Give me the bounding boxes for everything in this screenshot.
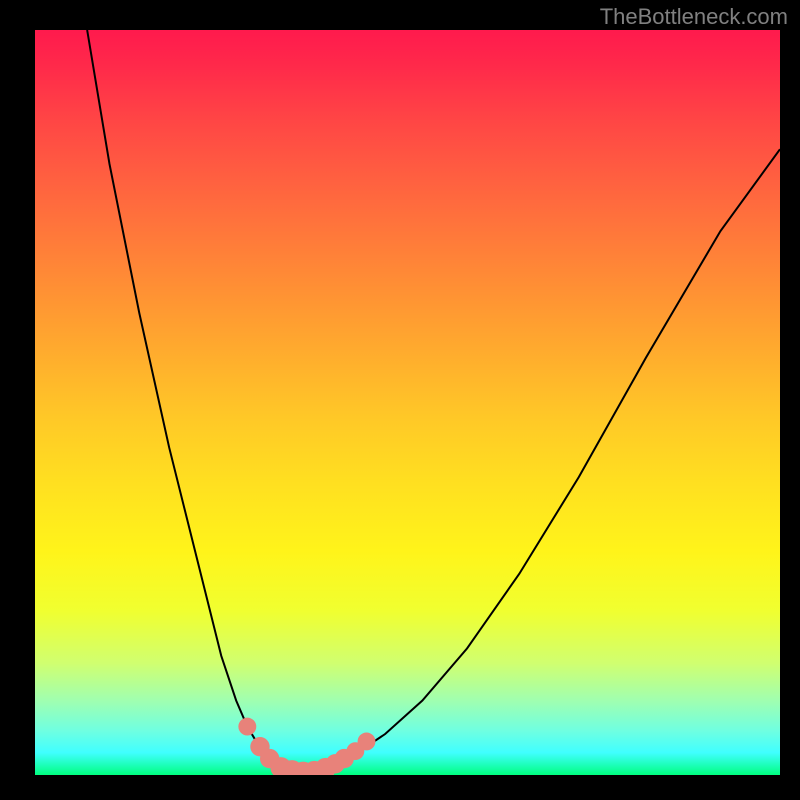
chart-plot-area (35, 30, 780, 775)
curve-right-curve (322, 149, 780, 770)
curve-left-curve (87, 30, 290, 771)
watermark-text: TheBottleneck.com (600, 4, 788, 30)
chart-svg (35, 30, 780, 775)
marker-point (238, 718, 256, 736)
chart-markers-group (238, 718, 375, 775)
marker-point (358, 733, 376, 751)
chart-curves-group (87, 30, 780, 772)
